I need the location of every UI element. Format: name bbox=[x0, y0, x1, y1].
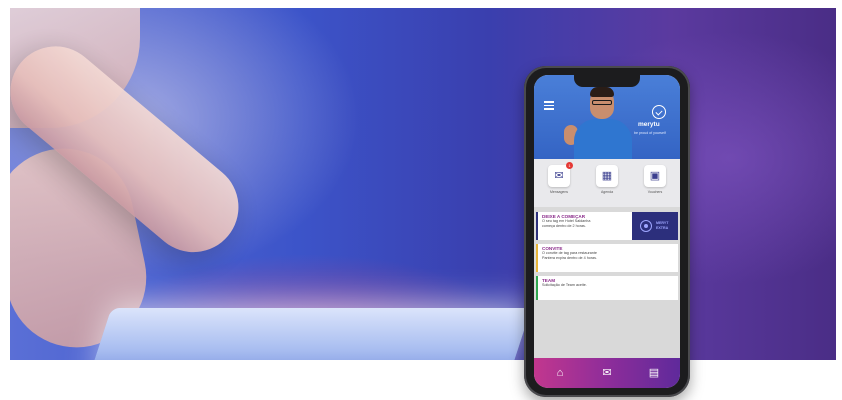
smartphone-mockup: merytu be proud of yourself ✉ 1 Mensagens… bbox=[524, 66, 690, 397]
brand-tagline: be proud of yourself bbox=[634, 131, 666, 135]
phone-screen: merytu be proud of yourself ✉ 1 Mensagens… bbox=[534, 75, 680, 388]
touchscreen-device bbox=[88, 308, 532, 360]
app-header: merytu be proud of yourself bbox=[534, 75, 680, 159]
inbox-icon[interactable]: ✉ bbox=[599, 365, 615, 381]
quick-action-agenda[interactable]: ▦ Agenda bbox=[594, 165, 620, 194]
quick-actions-bar: ✉ 1 Mensagens ▦ Agenda ▣ Vouchers bbox=[534, 159, 680, 207]
card-accent-bar bbox=[536, 212, 538, 240]
calendar-icon: ▦ bbox=[601, 169, 613, 182]
target-icon bbox=[640, 220, 652, 232]
quick-action-messages[interactable]: ✉ 1 Mensagens bbox=[546, 162, 573, 194]
quick-action-label: Mensagens bbox=[549, 190, 569, 194]
card-accent-bar bbox=[536, 244, 538, 272]
notification-badge: 1 bbox=[566, 162, 573, 169]
card-accent-bar bbox=[536, 276, 538, 300]
brand-name: merytu bbox=[638, 121, 660, 128]
notification-card[interactable]: CONVITE O convite de tag para restaurant… bbox=[536, 244, 678, 272]
card-line: Pantera expira dentro de 4 horas. bbox=[542, 256, 597, 260]
person-shirt bbox=[574, 119, 632, 159]
person-hair bbox=[590, 87, 614, 97]
card-line: Solicitação de Team aceite. bbox=[542, 283, 587, 287]
notification-card[interactable]: TEAM Solicitação de Team aceite. bbox=[536, 276, 678, 300]
card-side-panel[interactable]: MERYT EXTRA bbox=[632, 212, 678, 240]
quick-action-vouchers[interactable]: ▣ Vouchers bbox=[642, 165, 668, 194]
brand-logo-icon bbox=[652, 105, 666, 119]
notification-card[interactable]: DEIXE A COMEÇAR O seu tag em Hotel Salda… bbox=[536, 212, 678, 240]
wallet-icon[interactable]: ▤ bbox=[646, 365, 662, 381]
menu-icon[interactable] bbox=[544, 101, 554, 110]
quick-action-label: Vouchers bbox=[647, 190, 663, 194]
bottom-nav: ⌂ ✉ ▤ bbox=[534, 358, 680, 388]
home-icon[interactable]: ⌂ bbox=[552, 365, 568, 381]
qr-code-icon: ▣ bbox=[649, 169, 661, 182]
phone-notch bbox=[574, 75, 640, 87]
mail-icon: ✉ bbox=[554, 169, 564, 182]
card-side-text: MERYT EXTRA bbox=[656, 221, 669, 230]
quick-action-label: Agenda bbox=[600, 190, 614, 194]
person-glasses bbox=[592, 100, 612, 105]
hero-photo bbox=[10, 8, 836, 360]
